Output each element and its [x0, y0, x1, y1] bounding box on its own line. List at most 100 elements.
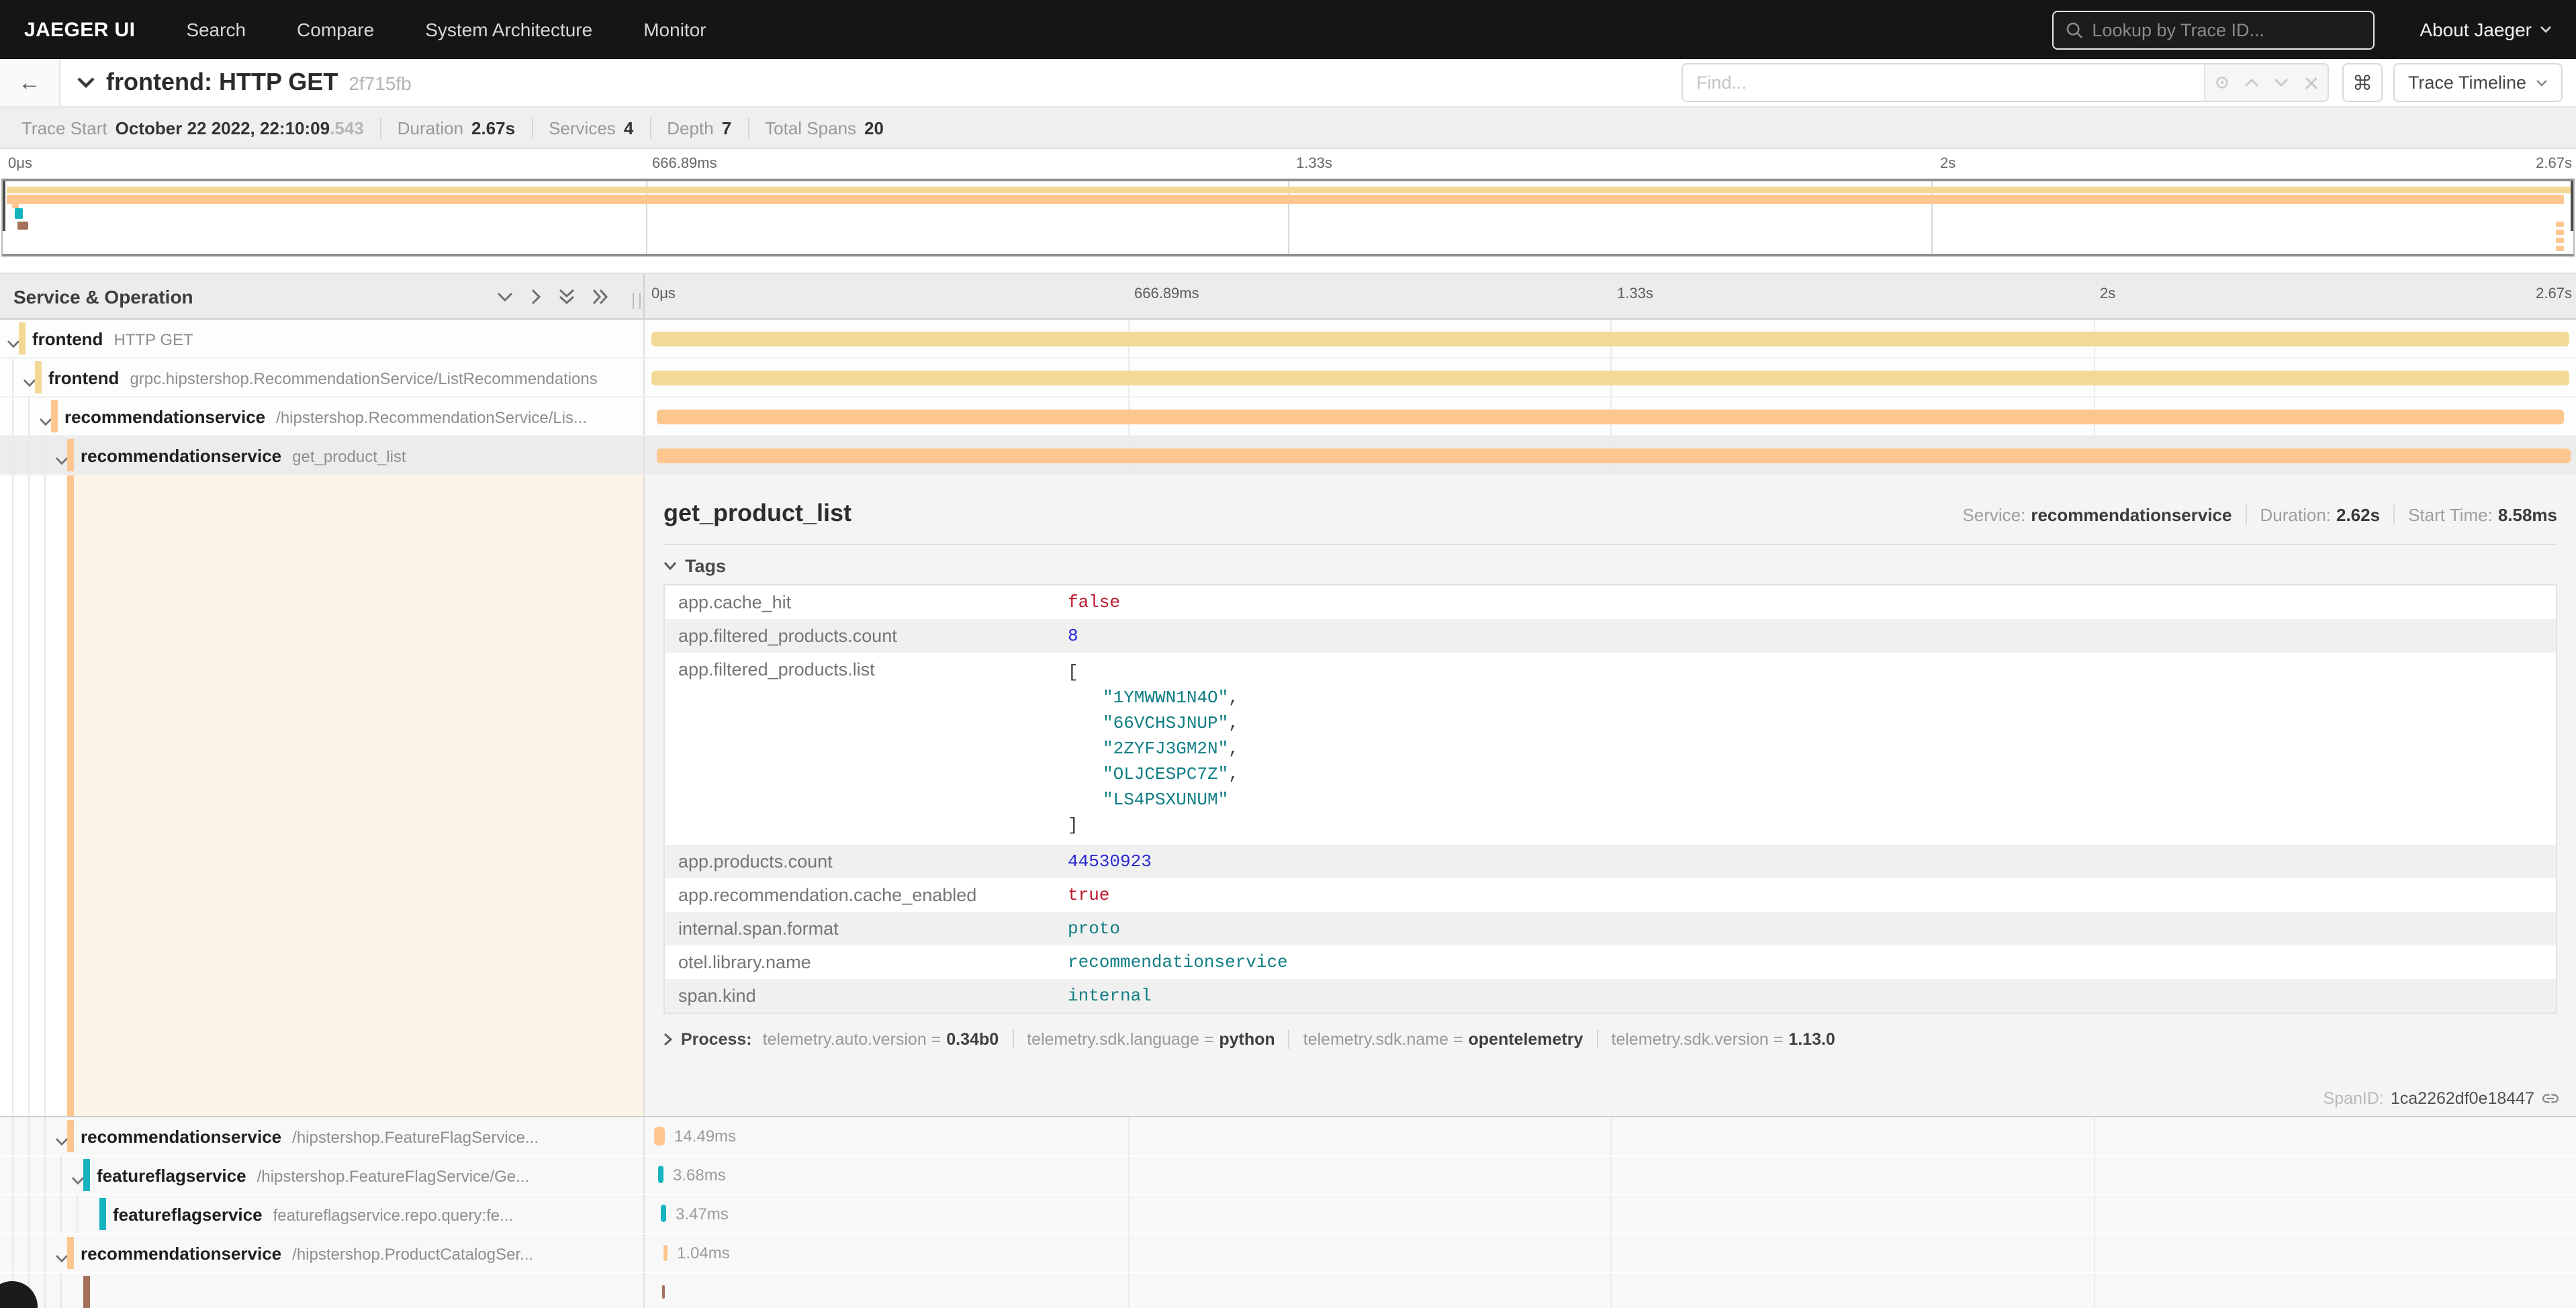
array-open-bracket: [ [1068, 659, 1239, 685]
expand-chevron-icon[interactable] [55, 1246, 68, 1270]
span-row[interactable]: recommendationservice/hipstershop.Featur… [0, 1117, 2576, 1156]
span-row[interactable]: featureflagservicefeatureflagservice.rep… [0, 1195, 2576, 1234]
collapse-all-icon[interactable] [559, 288, 575, 304]
expand-chevron-icon[interactable] [55, 1129, 68, 1154]
indent-guide [60, 1273, 62, 1308]
about-jaeger-menu[interactable]: About Jaeger [2420, 19, 2552, 40]
nav-item-search[interactable]: Search [186, 19, 246, 40]
span-duration-bar[interactable] [663, 1244, 668, 1260]
trace-lookup-box [2052, 10, 2374, 49]
span-row[interactable]: frontendHTTP GET [0, 320, 2576, 359]
span-id-label: SpanID: [2324, 1089, 2384, 1108]
span-duration-bar[interactable] [651, 371, 2569, 385]
tag-row[interactable]: app.cache_hitfalse [665, 586, 2556, 619]
span-row[interactable]: recommendationservice/hipstershop.Recomm… [0, 398, 2576, 436]
detail-meta-item: Service:recommendationservice [1962, 505, 2232, 525]
app-brand[interactable]: JAEGER UI [24, 18, 135, 41]
collapse-trace-chevron-icon[interactable] [77, 77, 95, 89]
span-row-timeline[interactable]: 2.62s [645, 436, 2576, 474]
span-duration-bar[interactable] [656, 449, 2570, 463]
column-splitter-handle[interactable] [633, 293, 641, 309]
span-row-timeline[interactable]: 14.49ms [645, 1117, 2576, 1155]
service-color-bar [51, 400, 58, 432]
tag-row[interactable]: span.kindinternal [665, 979, 2556, 1013]
span-row-timeline[interactable]: 1.04ms [645, 1234, 2576, 1272]
span-row[interactable]: recommendationservice/hipstershop.Produc… [0, 1234, 2576, 1273]
span-row-timeline[interactable]: 3.68ms [645, 1156, 2576, 1194]
service-name: featureflagservice [113, 1204, 263, 1224]
span-duration-bar[interactable] [661, 1205, 666, 1222]
span-duration-bar[interactable] [651, 332, 2569, 346]
expand-chevron-icon[interactable] [39, 410, 52, 434]
service-color-bar [99, 1198, 106, 1230]
expand-chevron-icon[interactable] [71, 1168, 85, 1193]
process-section-toggle[interactable]: Process: telemetry.auto.version = 0.34b0… [663, 1030, 2557, 1049]
tags-section-toggle[interactable]: Tags [663, 556, 2557, 576]
back-button[interactable]: ← [0, 59, 60, 106]
minimap-right-handle[interactable] [2571, 181, 2573, 230]
nav-item-compare[interactable]: Compare [297, 19, 374, 40]
span-duration-bar[interactable] [656, 410, 2564, 424]
minimap-span-bar [7, 187, 2573, 193]
expand-chevron-icon[interactable] [55, 449, 68, 473]
indent-guide [28, 436, 30, 474]
span-row-timeline[interactable] [645, 398, 2576, 435]
time-tick-label: 2.67s [2536, 286, 2572, 302]
expand-chevron-icon[interactable] [7, 332, 20, 356]
span-duration-bar[interactable] [658, 1166, 663, 1183]
expand-one-level-icon[interactable] [531, 288, 541, 304]
span-row[interactable]: frontendgrpc.hipstershop.RecommendationS… [0, 359, 2576, 398]
time-tick-label: 0μs [651, 286, 676, 302]
tag-row[interactable]: internal.span.formatproto [665, 912, 2556, 945]
process-value: 1.13.0 [1788, 1030, 1835, 1049]
span-row[interactable]: recommendationserviceget_product_list2.6… [0, 436, 2576, 475]
tag-value: proto [1054, 912, 1134, 945]
span-row-partial[interactable] [0, 1273, 2576, 1308]
minimap-span-bar [2555, 238, 2564, 243]
collapse-one-level-icon[interactable] [497, 291, 513, 301]
selected-span-bar[interactable] [656, 479, 2570, 490]
next-result-icon[interactable] [2268, 69, 2295, 96]
indent-guide [12, 1117, 13, 1155]
trace-lookup-input[interactable] [2092, 19, 2360, 40]
tag-row[interactable]: otel.library.namerecommendationservice [665, 945, 2556, 979]
array-item-string: "LS4PSXUNUM" [1103, 790, 1228, 810]
timeline-gridline [2093, 1156, 2095, 1194]
find-input[interactable] [1683, 64, 2205, 101]
chevron-down-icon [2536, 79, 2548, 87]
keyboard-shortcuts-button[interactable]: ⌘ [2342, 63, 2383, 102]
timeline-gridline [1610, 1234, 1612, 1272]
prev-result-icon[interactable] [2238, 69, 2265, 96]
nav-item-system-architecture[interactable]: System Architecture [425, 19, 592, 40]
span-duration-bar[interactable] [654, 1126, 665, 1145]
copy-link-icon[interactable] [2541, 1089, 2560, 1108]
clear-search-icon[interactable] [2298, 69, 2325, 96]
tag-row[interactable]: app.recommendation.cache_enabledtrue [665, 878, 2556, 912]
tag-row[interactable]: app.products.count44530923 [665, 845, 2556, 878]
span-duration-bar[interactable] [662, 1284, 665, 1298]
expand-all-icon[interactable] [592, 288, 608, 304]
trace-stats-bar: Trace Start October 22 2022, 22:10:09 .5… [0, 107, 2576, 149]
timeline-header: Service & Operation 0μs666.89ms1.33s2s2.… [0, 274, 2576, 320]
span-row-timeline[interactable] [645, 359, 2576, 396]
trace-minimap[interactable] [1, 179, 2575, 256]
span-detail-row: get_product_list Service:recommendations… [0, 475, 2576, 1117]
service-color-bar [19, 322, 26, 355]
timeline-gridline [1128, 1117, 1129, 1155]
expand-chevron-icon[interactable] [23, 371, 36, 395]
trace-view-selector[interactable]: Trace Timeline [2393, 63, 2563, 102]
span-row[interactable]: featureflagservice/hipstershop.FeatureFl… [0, 1156, 2576, 1195]
minimap-left-handle[interactable] [3, 181, 5, 230]
timeline-gridline [1610, 1273, 1612, 1308]
tag-row[interactable]: app.filtered_products.list["1YMWWN1N4O",… [665, 653, 2556, 845]
time-tick-label: 2s [2100, 286, 2115, 302]
indent-guide [28, 1117, 30, 1155]
focus-match-icon[interactable] [2209, 69, 2236, 96]
span-row-timeline[interactable]: 3.47ms [645, 1195, 2576, 1233]
nav-item-monitor[interactable]: Monitor [643, 19, 706, 40]
span-row-timeline[interactable] [645, 1273, 2576, 1308]
tag-row[interactable]: app.filtered_products.count8 [665, 619, 2556, 653]
stat-services: Services 4 [531, 118, 633, 138]
span-row-timeline[interactable] [645, 320, 2576, 357]
span-detail-panel: get_product_list Service:recommendations… [645, 475, 2576, 1116]
